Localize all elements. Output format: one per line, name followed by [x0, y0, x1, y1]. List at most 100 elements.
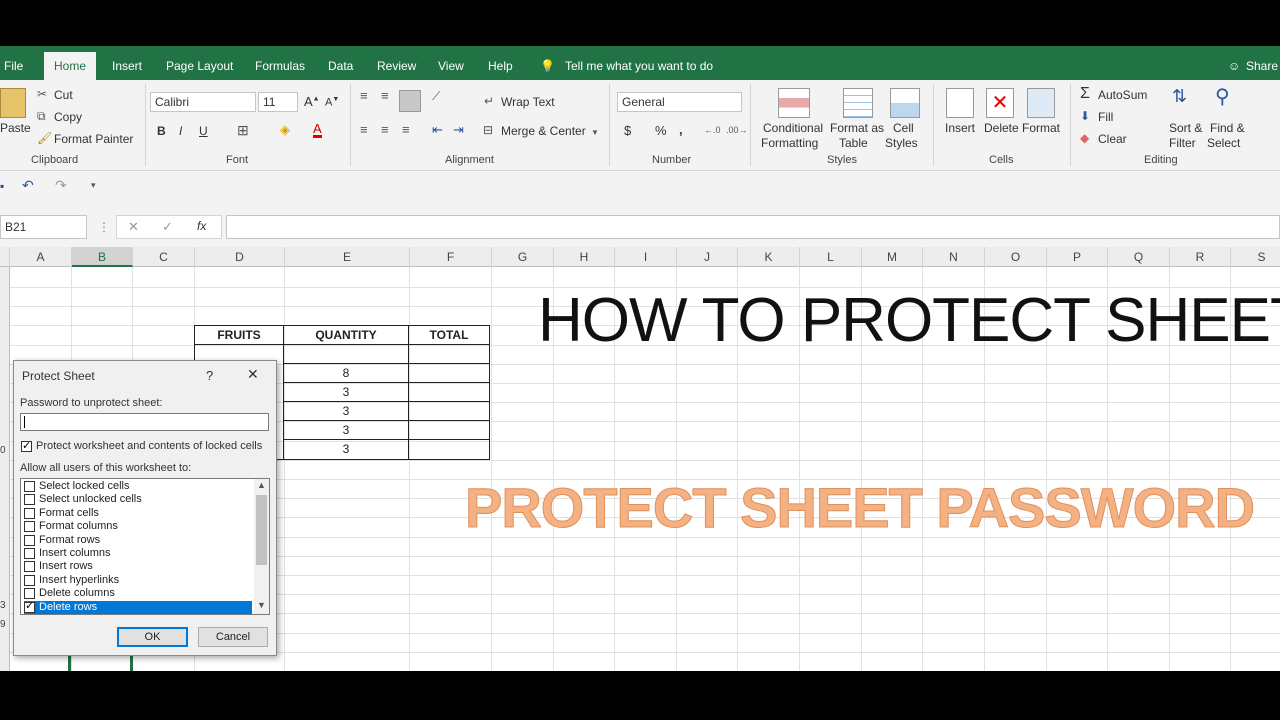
table-cell-total[interactable] [408, 382, 490, 402]
currency-button[interactable]: $ [624, 123, 631, 138]
table-cell-total[interactable] [408, 420, 490, 440]
tab-insert[interactable]: Insert [112, 46, 142, 80]
format-as-table-line1[interactable]: Format as [830, 121, 884, 135]
paste-button[interactable]: Paste [0, 121, 31, 135]
confirm-entry-icon[interactable]: ✓ [162, 219, 173, 235]
format-painter-button[interactable]: Format Painter [54, 132, 133, 146]
permission-checkbox[interactable] [24, 534, 35, 546]
merge-dropdown-icon[interactable]: ▼ [591, 128, 599, 137]
wrap-text-button[interactable]: Wrap Text [501, 95, 555, 109]
save-icon[interactable]: ▪ [0, 179, 4, 193]
permission-checkbox[interactable] [24, 507, 35, 519]
permission-checkbox[interactable] [24, 521, 35, 533]
fill-color-icon[interactable]: ◈ [280, 122, 290, 138]
column-header-e[interactable]: E [285, 247, 410, 267]
table-cell-quantity[interactable]: 3 [283, 439, 409, 460]
delete-cells-button[interactable]: Delete [984, 121, 1019, 135]
column-header-j[interactable]: J [677, 247, 738, 267]
permission-checkbox[interactable] [24, 588, 35, 600]
ok-button[interactable]: OK [117, 627, 188, 647]
font-color-icon[interactable]: A [313, 122, 322, 138]
tell-me-search[interactable]: Tell me what you want to do [565, 46, 713, 80]
table-header-fruits[interactable]: FRUITS [194, 325, 284, 345]
orientation-icon[interactable]: ⟋ [432, 89, 440, 104]
column-header-d[interactable]: D [195, 247, 285, 267]
merge-center-button[interactable]: Merge & Center [501, 124, 586, 138]
sort-filter-line1[interactable]: Sort & [1169, 121, 1202, 135]
permission-item[interactable]: Format cells [24, 507, 252, 520]
permission-item[interactable]: Insert columns [24, 547, 252, 560]
tab-home[interactable]: Home [44, 52, 97, 80]
column-header-f[interactable]: F [410, 247, 492, 267]
column-header-a[interactable]: A [10, 247, 72, 267]
increase-decimal-icon[interactable]: ←.0 [704, 125, 721, 135]
table-cell-quantity[interactable]: 3 [283, 401, 409, 421]
permission-item[interactable]: Format columns [24, 520, 252, 533]
permission-checkbox[interactable] [24, 548, 35, 559]
underline-button[interactable]: U [199, 124, 208, 138]
tab-formulas[interactable]: Formulas [255, 46, 305, 80]
tab-data[interactable]: Data [328, 46, 353, 80]
permission-checkbox[interactable] [24, 561, 35, 573]
permission-checkbox[interactable] [24, 600, 35, 613]
column-header-q[interactable]: Q [1108, 247, 1170, 267]
align-left-icon[interactable]: ≡ [360, 122, 368, 137]
permissions-list[interactable]: Select locked cells Select unlocked cells… [20, 478, 270, 615]
column-header-h[interactable]: H [554, 247, 615, 267]
cut-button[interactable]: Cut [54, 88, 73, 102]
font-size-select[interactable]: 11 [258, 92, 298, 112]
column-header-g[interactable]: G [492, 247, 554, 267]
cancel-button[interactable]: Cancel [198, 627, 268, 647]
select-all-corner[interactable] [0, 247, 10, 267]
cancel-entry-icon[interactable]: ✕ [128, 219, 139, 235]
column-header-b[interactable]: B [72, 247, 133, 267]
align-center-icon[interactable]: ≡ [381, 122, 389, 137]
align-top-icon[interactable]: ≡ [360, 88, 368, 103]
tab-review[interactable]: Review [377, 46, 416, 80]
decrease-indent-icon[interactable]: ⇤ [432, 122, 443, 138]
column-header-s[interactable]: S [1231, 247, 1280, 267]
tab-view[interactable]: View [438, 46, 464, 80]
format-cells-button[interactable]: Format [1022, 121, 1060, 135]
conditional-formatting-line2[interactable]: Formatting [761, 136, 818, 150]
find-select-line2[interactable]: Select [1207, 136, 1240, 150]
autosum-button[interactable]: AutoSum [1098, 88, 1147, 102]
align-middle-icon[interactable]: ≡ [381, 88, 389, 103]
insert-cells-button[interactable]: Insert [945, 121, 975, 135]
tab-help[interactable]: Help [488, 46, 513, 80]
fill-button[interactable]: Fill [1098, 110, 1113, 124]
column-header-r[interactable]: R [1170, 247, 1231, 267]
find-select-line1[interactable]: Find & [1210, 121, 1245, 135]
dialog-help-button[interactable]: ? [206, 368, 213, 383]
share-button[interactable]: Share [1246, 46, 1278, 80]
protect-contents-checkbox[interactable] [21, 439, 32, 452]
sort-filter-line2[interactable]: Filter [1169, 136, 1196, 150]
increase-font-icon[interactable]: A▲ [304, 94, 320, 109]
permission-item[interactable]: Insert rows [24, 560, 252, 573]
insert-function-icon[interactable]: fx [197, 219, 206, 233]
scrollbar-thumb[interactable] [256, 495, 267, 565]
permission-checkbox[interactable] [24, 481, 35, 492]
scroll-up-icon[interactable]: ▲ [257, 480, 266, 490]
list-scrollbar[interactable]: ▲ ▼ [254, 479, 269, 614]
redo-icon[interactable]: ↷ [55, 177, 67, 194]
column-header-o[interactable]: O [985, 247, 1047, 267]
tab-page-layout[interactable]: Page Layout [166, 46, 233, 80]
customize-qat-icon[interactable]: ▾ [91, 180, 96, 191]
permission-item[interactable]: Delete columns [24, 587, 252, 600]
undo-icon[interactable]: ↶ [22, 177, 34, 194]
permission-item[interactable]: Delete rows [24, 600, 252, 614]
decrease-font-icon[interactable]: A▼ [325, 96, 339, 109]
table-cell-total[interactable] [408, 363, 490, 383]
scroll-down-icon[interactable]: ▼ [257, 600, 266, 610]
number-format-select[interactable]: General [617, 92, 742, 112]
table-cell-quantity[interactable]: 8 [283, 363, 409, 383]
cell-styles-line2[interactable]: Styles [885, 136, 918, 150]
permission-item[interactable]: Select unlocked cells [24, 493, 252, 506]
percent-button[interactable]: % [655, 123, 667, 138]
bold-button[interactable]: B [157, 124, 166, 138]
permission-item[interactable]: Select locked cells [24, 480, 252, 493]
column-header-m[interactable]: M [862, 247, 923, 267]
align-bottom-icon[interactable] [399, 90, 421, 112]
decrease-decimal-icon[interactable]: .00→ [726, 125, 748, 135]
